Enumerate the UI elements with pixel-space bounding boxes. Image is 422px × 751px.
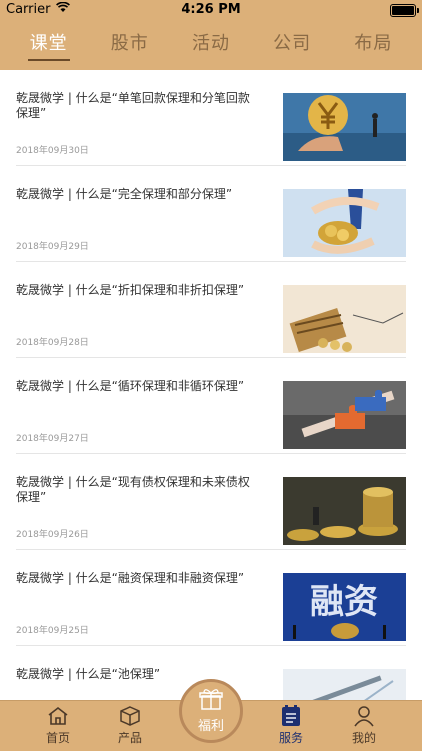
- article-title: 乾晟微学 | 什么是“现有债权保理和未来债权保理”: [16, 475, 250, 504]
- tab-mine-label: 我的: [351, 731, 376, 745]
- article-item[interactable]: 乾晟微学 | 什么是“完全保理和部分保理” 2018年09月29日: [16, 166, 406, 262]
- gift-label: 福利: [197, 719, 224, 734]
- home-icon: [33, 705, 83, 727]
- status-time: 4:26 PM: [181, 2, 241, 17]
- abacus-image: [283, 285, 406, 353]
- article-date: 2018年09月30日: [16, 146, 89, 156]
- financing-image: 融资: [283, 573, 406, 641]
- article-list: 乾晟微学 | 什么是“单笔回款保理和分笔回款保理” 2018年09月30日 乾晟…: [0, 70, 422, 700]
- tab-stock-market[interactable]: 股市: [111, 29, 149, 61]
- user-icon: [339, 705, 389, 727]
- gift-icon: [199, 688, 223, 714]
- pen-chart-image: [283, 669, 406, 700]
- puzzle-image: [283, 381, 406, 449]
- hands-coins-image: [283, 189, 406, 257]
- article-item[interactable]: 乾晟微学 | 什么是“单笔回款保理和分笔回款保理” 2018年09月30日: [16, 70, 406, 166]
- category-tabs: 课堂 股市 活动 公司 布局: [0, 20, 422, 70]
- article-title: 乾晟微学 | 什么是“折扣保理和非折扣保理”: [16, 283, 245, 297]
- tab-products-label: 产品: [117, 731, 142, 745]
- tab-activities[interactable]: 活动: [192, 29, 230, 61]
- tab-classroom[interactable]: 课堂: [27, 29, 70, 61]
- tab-service[interactable]: 服务: [266, 705, 316, 746]
- yen-coin-image: [283, 93, 406, 161]
- status-bar: Carrier 4:26 PM: [0, 0, 422, 20]
- article-date: 2018年09月25日: [16, 626, 89, 636]
- article-title: 乾晟微学 | 什么是“循环保理和非循环保理”: [16, 379, 245, 393]
- tab-mine[interactable]: 我的: [339, 705, 389, 746]
- gift-button[interactable]: 福利: [179, 679, 243, 743]
- financing-image-text: 融资: [310, 582, 378, 622]
- tab-products[interactable]: 产品: [105, 705, 155, 746]
- article-title: 乾晟微学 | 什么是“完全保理和部分保理”: [16, 187, 233, 201]
- article-date: 2018年09月26日: [16, 530, 89, 540]
- article-item[interactable]: 乾晟微学 | 什么是“融资保理和非融资保理” 2018年09月25日 融资: [16, 550, 406, 646]
- service-list-icon: [266, 705, 316, 727]
- battery-icon: [390, 4, 419, 17]
- tab-service-label: 服务: [278, 731, 303, 745]
- article-date: 2018年09月29日: [16, 242, 89, 252]
- article-item[interactable]: 乾晟微学 | 什么是“折扣保理和非折扣保理” 2018年09月28日: [16, 262, 406, 358]
- tab-company[interactable]: 公司: [273, 29, 311, 61]
- tab-home[interactable]: 首页: [33, 705, 83, 746]
- tab-layout[interactable]: 布局: [354, 29, 392, 61]
- tab-home-label: 首页: [45, 731, 70, 745]
- article-title: 乾晟微学 | 什么是“融资保理和非融资保理”: [16, 571, 245, 585]
- box-icon: [105, 705, 155, 727]
- article-title: 乾晟微学 | 什么是“单笔回款保理和分笔回款保理”: [16, 91, 250, 120]
- coins-stack-image: [283, 477, 406, 545]
- article-item[interactable]: 乾晟微学 | 什么是“循环保理和非循环保理” 2018年09月27日: [16, 358, 406, 454]
- article-date: 2018年09月27日: [16, 434, 89, 444]
- article-item[interactable]: 乾晟微学 | 什么是“现有债权保理和未来债权保理” 2018年09月26日: [16, 454, 406, 550]
- article-date: 2018年09月28日: [16, 338, 89, 348]
